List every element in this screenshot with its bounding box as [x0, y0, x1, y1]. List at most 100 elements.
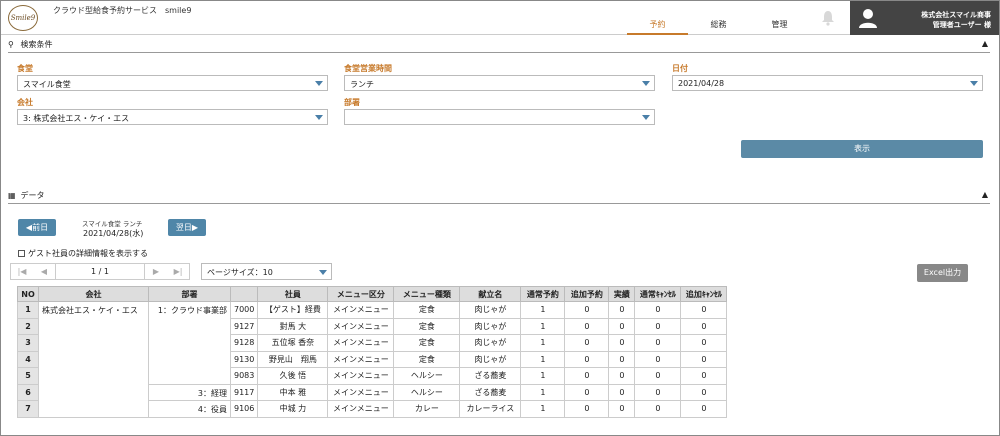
table-row[interactable]: 1 株式会社エス・ケイ・エス 1：クラウド事業部 7000 【ゲスト】経費 メインメニュー…	[17, 301, 728, 418]
emp-id-cell: 9117	[229, 383, 259, 401]
row-no: 6	[17, 383, 39, 401]
col-add: 追加予約	[564, 286, 610, 302]
pager: |◀ ◀ 1 / 1 ▶ ▶|	[10, 263, 190, 280]
hours-select[interactable]: ランチ	[344, 75, 655, 91]
last-page-icon[interactable]: ▶|	[167, 267, 189, 276]
prev-page-icon[interactable]: ◀	[33, 267, 55, 276]
data-section-header[interactable]: ▦ データ ▲	[8, 190, 990, 204]
col-emp-id	[229, 286, 259, 302]
user-name: 管理者ユーザー 様	[932, 21, 991, 29]
add-count-cell: 0	[564, 334, 610, 352]
date-label: 日付	[672, 64, 688, 73]
chevron-down-icon	[315, 115, 323, 120]
col-no: NO	[17, 286, 39, 302]
cafeteria-info: スマイル食堂 ランチ	[82, 220, 143, 228]
tab-reservation[interactable]: 予約	[627, 1, 688, 35]
col-menu-type: メニュー種類	[393, 286, 461, 302]
actual-count-cell: 0	[608, 317, 636, 335]
guest-detail-checkbox[interactable]	[18, 250, 25, 257]
company-select[interactable]: 3: 株式会社エス・ケイ・エス	[17, 109, 328, 125]
row-no: 2	[17, 317, 39, 335]
collapse-caret-icon[interactable]: ▲	[982, 39, 988, 48]
col-menu-cat: メニュー区分	[327, 286, 395, 302]
company-label: 会社	[17, 98, 33, 107]
row-no: 1	[17, 301, 39, 319]
current-date: 2021/04/28(水)	[83, 229, 144, 238]
normal-cancel-cell: 0	[634, 350, 682, 368]
data-section-title: データ	[20, 191, 45, 200]
employee-cell: 久後 悟	[257, 367, 329, 385]
dish-cell: ざる蕎麦	[459, 367, 522, 385]
pager-info: 1 / 1	[55, 264, 145, 279]
employee-cell: 中城 力	[257, 400, 329, 418]
employee-cell: 對馬 大	[257, 317, 329, 335]
date-select-value: 2021/04/28	[678, 79, 725, 88]
normal-cancel-cell: 0	[634, 301, 682, 319]
menu-type-cell: 定食	[393, 334, 461, 352]
dept-select[interactable]	[344, 109, 655, 125]
cafeteria-label: 食堂	[17, 64, 33, 73]
menu-cat-cell: メインメニュー	[327, 301, 395, 319]
col-normal: 通常予約	[520, 286, 566, 302]
menu-cat-cell: メインメニュー	[327, 383, 395, 401]
collapse-caret-icon[interactable]: ▲	[982, 190, 988, 199]
date-select[interactable]: 2021/04/28	[672, 75, 983, 91]
add-cancel-cell: 0	[680, 301, 728, 319]
menu-type-cell: ヘルシー	[393, 367, 461, 385]
add-count-cell: 0	[564, 367, 610, 385]
dish-cell: 肉じゃが	[459, 350, 522, 368]
normal-count-cell: 1	[520, 383, 566, 401]
bell-icon[interactable]	[821, 10, 835, 26]
add-count-cell: 0	[564, 301, 610, 319]
employee-cell: 五位塚 香奈	[257, 334, 329, 352]
actual-count-cell: 0	[608, 367, 636, 385]
page-size-select[interactable]: ページサイズ：10	[201, 263, 332, 280]
employee-cell: 中本 雅	[257, 383, 329, 401]
normal-count-cell: 1	[520, 301, 566, 319]
app-title: クラウド型給食予約サービス smile9	[53, 6, 192, 15]
next-page-icon[interactable]: ▶	[145, 267, 167, 276]
col-dept: 部署	[148, 286, 231, 302]
tab-admin[interactable]: 管理	[749, 1, 810, 35]
emp-id-cell: 9128	[229, 334, 259, 352]
dept-label: 部署	[344, 98, 360, 107]
menu-cat-cell: メインメニュー	[327, 400, 395, 418]
normal-cancel-cell: 0	[634, 367, 682, 385]
excel-export-button[interactable]: Excel出力	[917, 264, 968, 282]
cafeteria-select-value: スマイル食堂	[23, 80, 71, 89]
col-employee: 社員	[257, 286, 329, 302]
add-count-cell: 0	[564, 350, 610, 368]
dish-cell: 肉じゃが	[459, 317, 522, 335]
actual-count-cell: 0	[608, 334, 636, 352]
main-nav: 予約 総務 管理	[627, 1, 810, 35]
add-count-cell: 0	[564, 383, 610, 401]
actual-count-cell: 0	[608, 350, 636, 368]
normal-cancel-cell: 0	[634, 334, 682, 352]
user-menu[interactable]: 株式会社スマイル商事 管理者ユーザー 様	[850, 1, 999, 35]
add-cancel-cell: 0	[680, 334, 728, 352]
add-cancel-cell: 0	[680, 367, 728, 385]
menu-cat-cell: メインメニュー	[327, 350, 395, 368]
table-icon: ▦	[8, 191, 16, 200]
row-no: 7	[17, 400, 39, 418]
emp-id-cell: 9083	[229, 367, 259, 385]
emp-id-cell: 9127	[229, 317, 259, 335]
tab-general-affairs[interactable]: 総務	[688, 1, 749, 35]
next-day-button[interactable]: 翌日▶	[168, 219, 206, 236]
search-section-header[interactable]: ⚲ 検索条件 ▲	[8, 39, 990, 53]
cafeteria-select[interactable]: スマイル食堂	[17, 75, 328, 91]
prev-day-button[interactable]: ◀前日	[18, 219, 56, 236]
logo: Smile9	[8, 5, 38, 31]
show-button[interactable]: 表示	[741, 140, 983, 158]
normal-count-cell: 1	[520, 334, 566, 352]
dish-cell: カレーライス	[459, 400, 522, 418]
normal-count-cell: 1	[520, 400, 566, 418]
col-actual: 実績	[608, 286, 636, 302]
chevron-down-icon	[970, 81, 978, 86]
chevron-down-icon	[319, 270, 327, 275]
user-company: 株式会社スマイル商事	[921, 11, 991, 19]
guest-detail-toggle[interactable]: ゲスト社員の詳細情報を表示する	[18, 248, 148, 259]
row-no: 5	[17, 367, 39, 385]
first-page-icon[interactable]: |◀	[11, 267, 33, 276]
menu-cat-cell: メインメニュー	[327, 317, 395, 335]
